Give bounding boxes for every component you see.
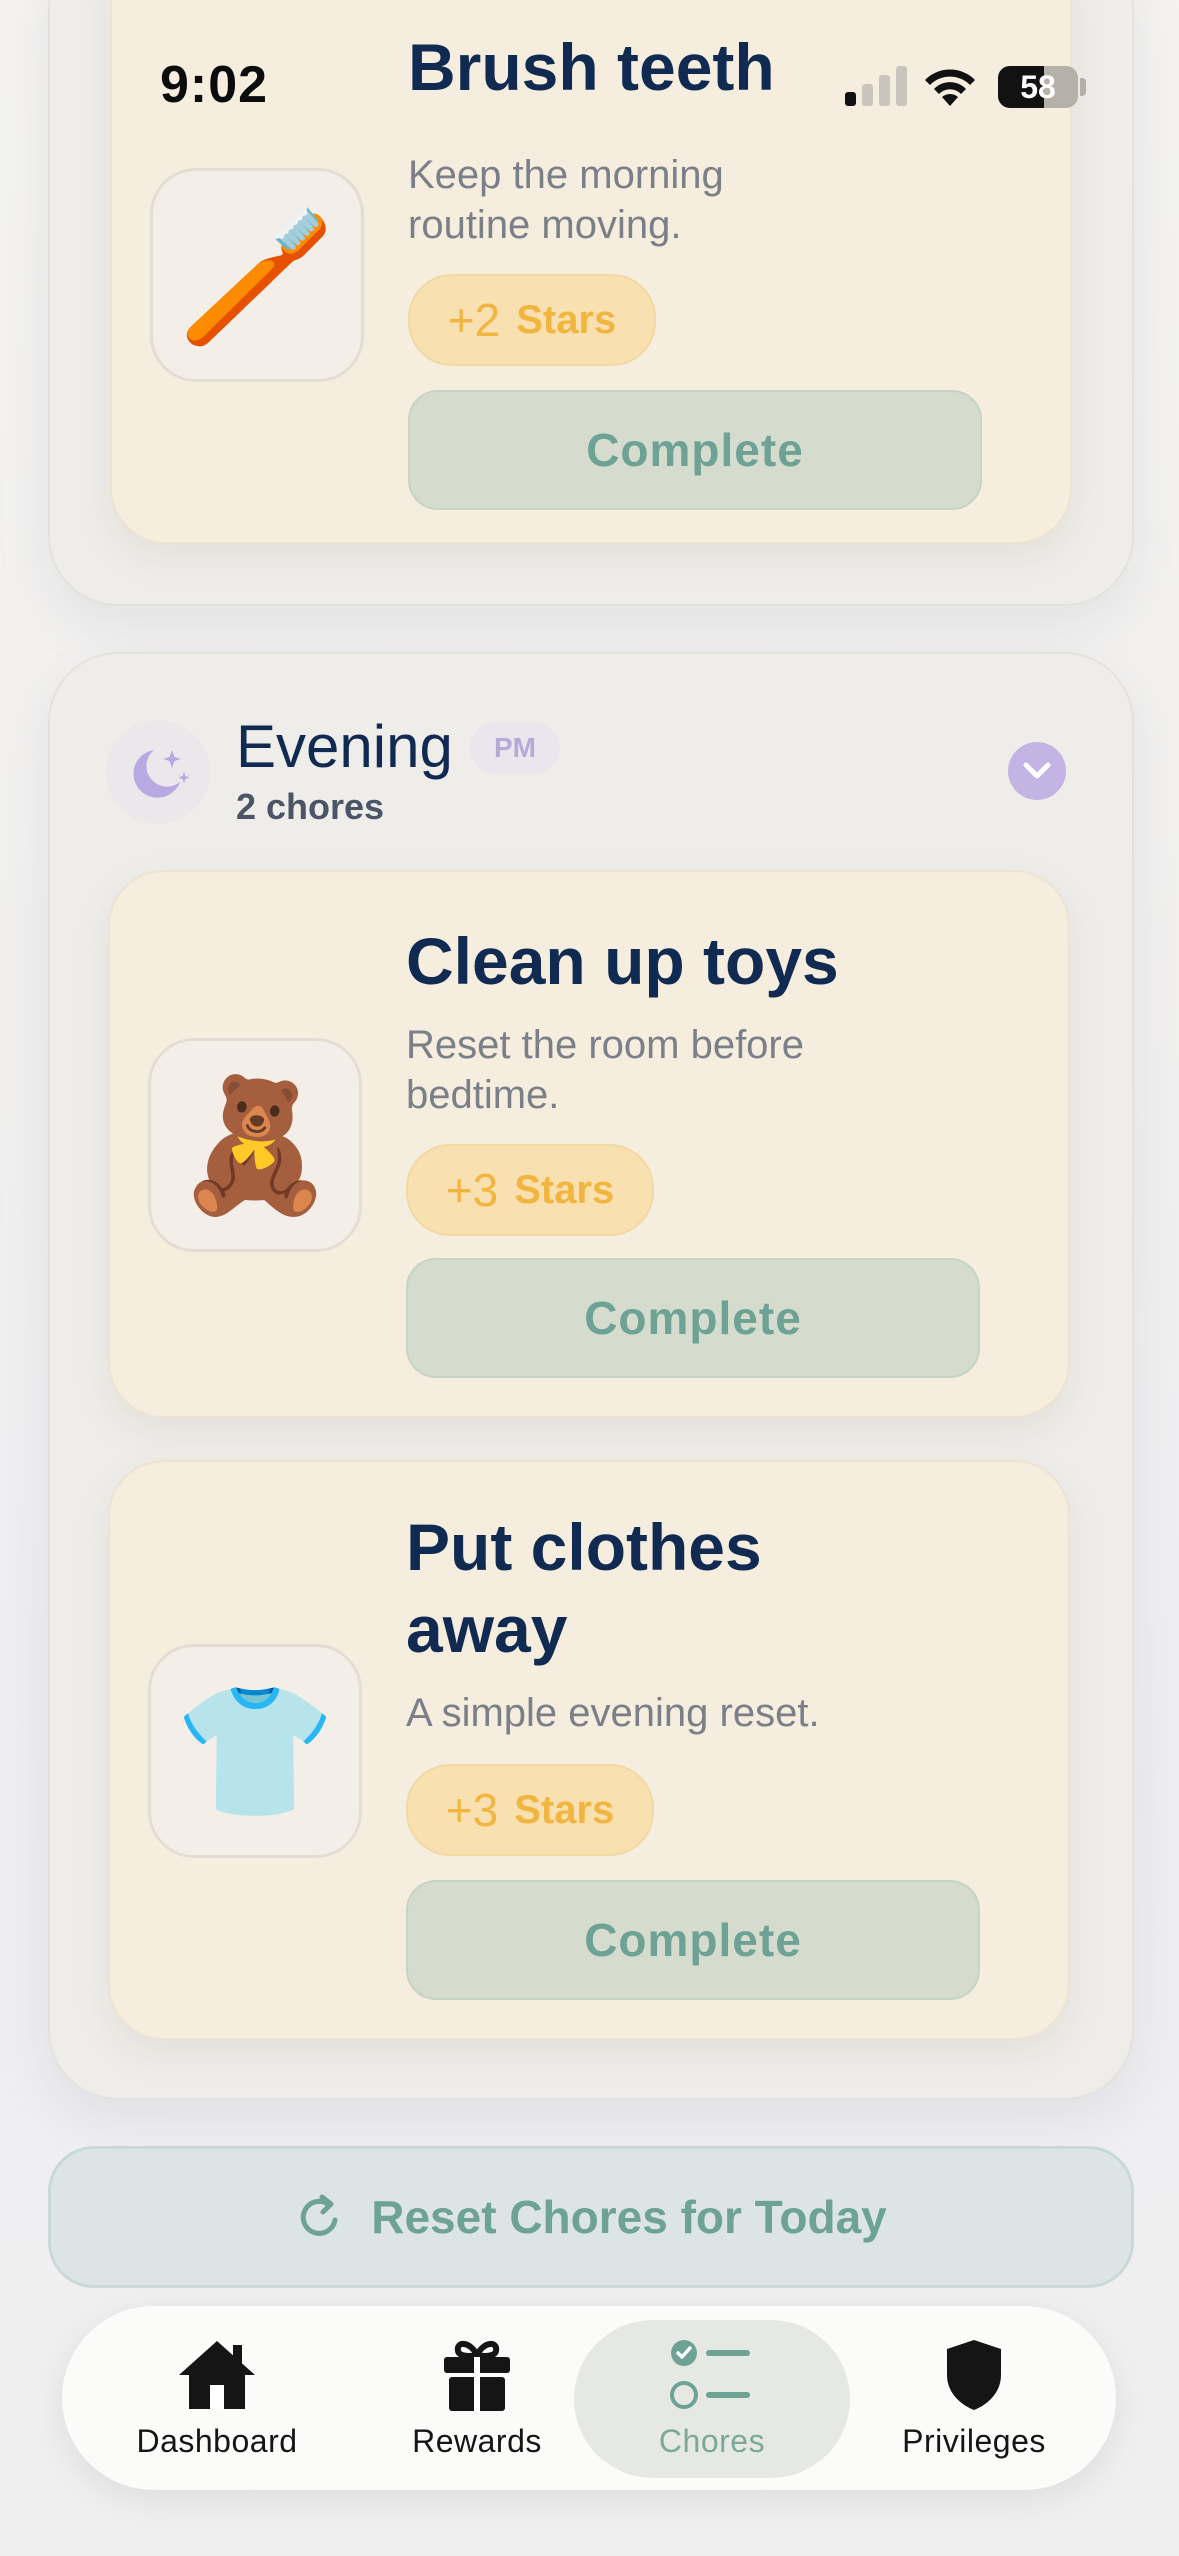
complete-button[interactable]: Complete: [406, 1258, 980, 1378]
tab-rewards[interactable]: Rewards: [380, 2306, 574, 2490]
chore-card-clean-up-toys: 🧸 Clean up toys Reset the room before be…: [108, 870, 1070, 1418]
teddy-bear-icon: 🧸: [174, 1071, 336, 1218]
shield-icon: [947, 2339, 1001, 2410]
evening-icon-circle: [106, 720, 210, 824]
checklist-icon: [670, 2339, 750, 2409]
toothbrush-icon: 🪥: [176, 201, 338, 348]
tab-label: Rewards: [412, 2422, 542, 2459]
stars-label: Stars: [514, 1167, 615, 1212]
gift-icon: [444, 2340, 510, 2411]
chore-emoji-box: 👕: [148, 1644, 362, 1858]
stars-amount: +3: [445, 1164, 499, 1216]
tab-dashboard[interactable]: Dashboard: [110, 2306, 324, 2490]
complete-button[interactable]: Complete: [408, 390, 982, 510]
battery-level: 58: [1020, 69, 1056, 105]
chore-description: Keep the morning routine moving.: [408, 153, 724, 247]
reset-chores-button[interactable]: Reset Chores for Today: [48, 2146, 1134, 2288]
stars-amount: +3: [445, 1784, 499, 1836]
chore-description: Reset the room before bedtime.: [406, 1023, 804, 1117]
tab-label: Chores: [658, 2422, 766, 2459]
reset-button-label: Reset Chores for Today: [371, 2191, 887, 2243]
moon-stars-icon: [133, 750, 190, 798]
tab-label: Privileges: [902, 2422, 1046, 2459]
stars-badge: +3 Stars: [406, 1764, 654, 1856]
chevron-down-icon: [1023, 762, 1051, 779]
chore-title: Put clothes away: [406, 1510, 762, 1666]
chore-title: Clean up toys: [406, 924, 839, 998]
section-title: Evening: [236, 713, 453, 780]
stars-label: Stars: [514, 1787, 615, 1832]
stars-badge: +2 Stars: [408, 274, 656, 366]
wifi-icon: [925, 69, 975, 106]
refresh-icon: [301, 2194, 338, 2236]
pm-badge: PM: [470, 722, 560, 774]
tab-label: Dashboard: [136, 2422, 298, 2459]
chore-title: Brush teeth: [408, 30, 775, 104]
house-icon: [179, 2340, 255, 2409]
chore-emoji-box: 🧸: [148, 1038, 362, 1252]
tab-bar: Dashboard Rewards Chores Privileges: [62, 2306, 1116, 2490]
cellular-signal-icon: [845, 66, 907, 106]
stars-badge: +3 Stars: [406, 1144, 654, 1236]
stars-label: Stars: [516, 297, 617, 342]
chore-card-put-clothes-away: 👕 Put clothes away A simple evening rese…: [108, 1460, 1070, 2040]
tab-privileges[interactable]: Privileges: [870, 2306, 1078, 2490]
chore-count: 2 chores: [236, 786, 385, 827]
tab-chores[interactable]: Chores: [574, 2320, 850, 2478]
collapse-chevron-button[interactable]: [1008, 742, 1066, 800]
stars-amount: +2: [447, 294, 501, 346]
shirt-icon: 👕: [174, 1677, 336, 1824]
complete-button[interactable]: Complete: [406, 1880, 980, 2000]
battery-tip: [1080, 78, 1086, 96]
status-time: 9:02: [160, 56, 269, 114]
chore-emoji-box: 🪥: [150, 168, 364, 382]
battery-icon: 58: [998, 66, 1078, 108]
chore-description: A simple evening reset.: [406, 1691, 820, 1735]
